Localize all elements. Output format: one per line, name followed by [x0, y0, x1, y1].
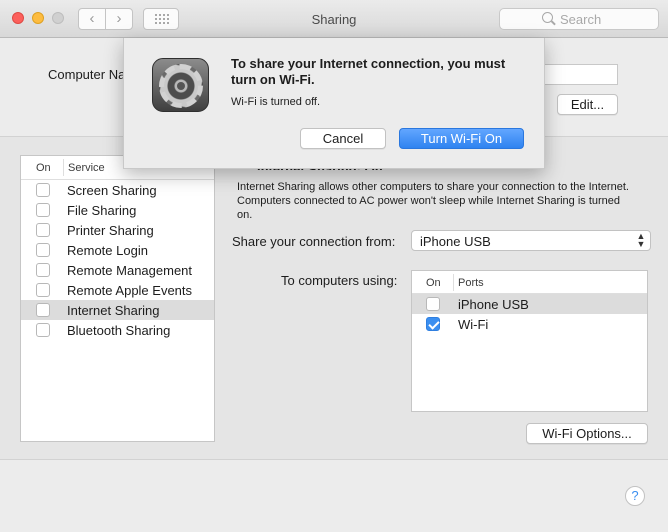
service-row-internet-sharing[interactable]: Internet Sharing — [21, 300, 214, 320]
share-from-popup[interactable]: iPhone USB ▲ ▼ — [411, 230, 651, 251]
service-label: Screen Sharing — [67, 183, 157, 198]
column-header-ports[interactable]: Ports — [458, 277, 484, 289]
service-checkbox[interactable] — [36, 243, 50, 257]
service-checkbox[interactable] — [36, 223, 50, 237]
port-checkbox[interactable] — [426, 297, 440, 311]
alert-message: Wi-Fi is turned off. — [231, 96, 321, 108]
column-header-service[interactable]: Service — [68, 162, 105, 174]
search-icon — [542, 12, 553, 23]
system-preferences-gear-icon — [152, 58, 209, 112]
port-row-wifi[interactable]: Wi-Fi — [412, 314, 647, 334]
service-row-printer-sharing[interactable]: Printer Sharing — [21, 220, 214, 240]
column-header-on[interactable]: On — [36, 162, 51, 174]
service-label: Internet Sharing — [67, 303, 160, 318]
service-row-remote-login[interactable]: Remote Login — [21, 240, 214, 260]
sharing-description: Internet Sharing allows other computers … — [237, 181, 629, 221]
port-checkbox[interactable] — [426, 317, 440, 331]
service-table[interactable]: On Service Screen Sharing File Sharing P… — [20, 155, 215, 442]
share-from-value: iPhone USB — [420, 234, 491, 249]
search-field[interactable]: Search — [499, 8, 659, 30]
wifi-options-button[interactable]: Wi-Fi Options... — [526, 423, 648, 444]
service-checkbox[interactable] — [36, 303, 50, 317]
to-computers-label: To computers using: — [281, 273, 398, 288]
service-checkbox[interactable] — [36, 183, 50, 197]
service-row-bluetooth-sharing[interactable]: Bluetooth Sharing — [21, 320, 214, 340]
column-header-on[interactable]: On — [426, 277, 441, 289]
computer-name-label: Computer Na — [48, 67, 126, 82]
table-header: On Ports — [412, 271, 647, 294]
service-row-file-sharing[interactable]: File Sharing — [21, 200, 214, 220]
chevron-up-down-icon: ▲ ▼ — [636, 231, 646, 249]
share-from-label: Share your connection from: — [232, 234, 396, 249]
service-label: Printer Sharing — [67, 223, 154, 238]
titlebar: ‹ › Sharing Search — [0, 0, 668, 38]
service-checkbox[interactable] — [36, 263, 50, 277]
service-row-remote-apple-events[interactable]: Remote Apple Events — [21, 280, 214, 300]
port-label: Wi-Fi — [458, 317, 489, 332]
port-label: iPhone USB — [458, 297, 529, 312]
service-label: Bluetooth Sharing — [67, 323, 171, 338]
divider — [0, 459, 668, 460]
service-label: Remote Apple Events — [67, 283, 193, 298]
search-placeholder: Search — [560, 12, 602, 27]
service-checkbox[interactable] — [36, 203, 50, 217]
service-label: File Sharing — [67, 203, 137, 218]
alert-sheet: To share your Internet connection, you m… — [123, 38, 545, 169]
cancel-button[interactable]: Cancel — [300, 128, 386, 149]
service-checkbox[interactable] — [36, 283, 50, 297]
edit-button[interactable]: Edit... — [557, 94, 618, 115]
turn-wifi-on-button[interactable]: Turn Wi-Fi On — [399, 128, 524, 149]
help-button[interactable]: ? — [625, 486, 645, 506]
service-row-screen-sharing[interactable]: Screen Sharing — [21, 180, 214, 200]
port-row-iphone-usb[interactable]: iPhone USB — [412, 294, 647, 314]
service-checkbox[interactable] — [36, 323, 50, 337]
alert-title: To share your Internet connection, you m… — [231, 56, 506, 87]
service-label: Remote Login — [67, 243, 148, 258]
service-label: Remote Management — [67, 263, 193, 278]
ports-table[interactable]: On Ports iPhone USB Wi-Fi — [411, 270, 648, 412]
service-row-remote-management[interactable]: Remote Management — [21, 260, 214, 280]
